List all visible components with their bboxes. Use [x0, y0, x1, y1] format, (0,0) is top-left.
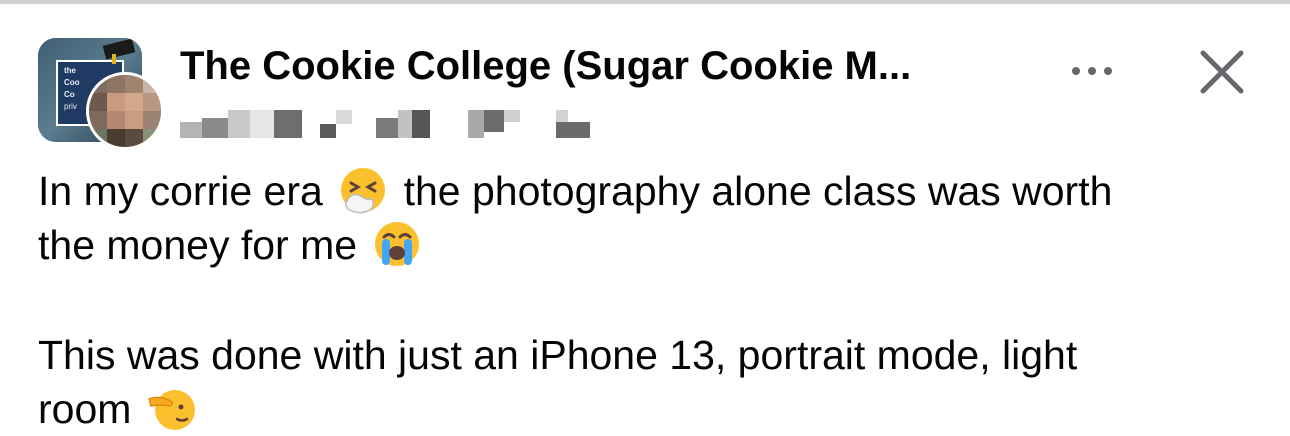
saluting-face-icon [147, 390, 195, 430]
more-horizontal-icon [1072, 67, 1080, 75]
top-divider [0, 0, 1290, 4]
close-icon [1200, 50, 1244, 94]
author-meta-obscured [180, 100, 600, 142]
post-paragraph-2: This was done with just an iPhone 13, po… [38, 332, 1078, 432]
close-button[interactable] [1196, 46, 1248, 98]
more-options-button[interactable] [1062, 56, 1122, 86]
user-avatar[interactable] [86, 72, 164, 150]
post-paragraph-1: In my corrie era the photography alone c… [38, 164, 1268, 272]
post-body: In my corrie era the photography alone c… [38, 164, 1268, 436]
sneezing-face-icon [341, 168, 386, 214]
loudly-crying-face-icon [375, 222, 420, 266]
group-name[interactable]: The Cookie College (Sugar Cookie M... [180, 44, 911, 89]
